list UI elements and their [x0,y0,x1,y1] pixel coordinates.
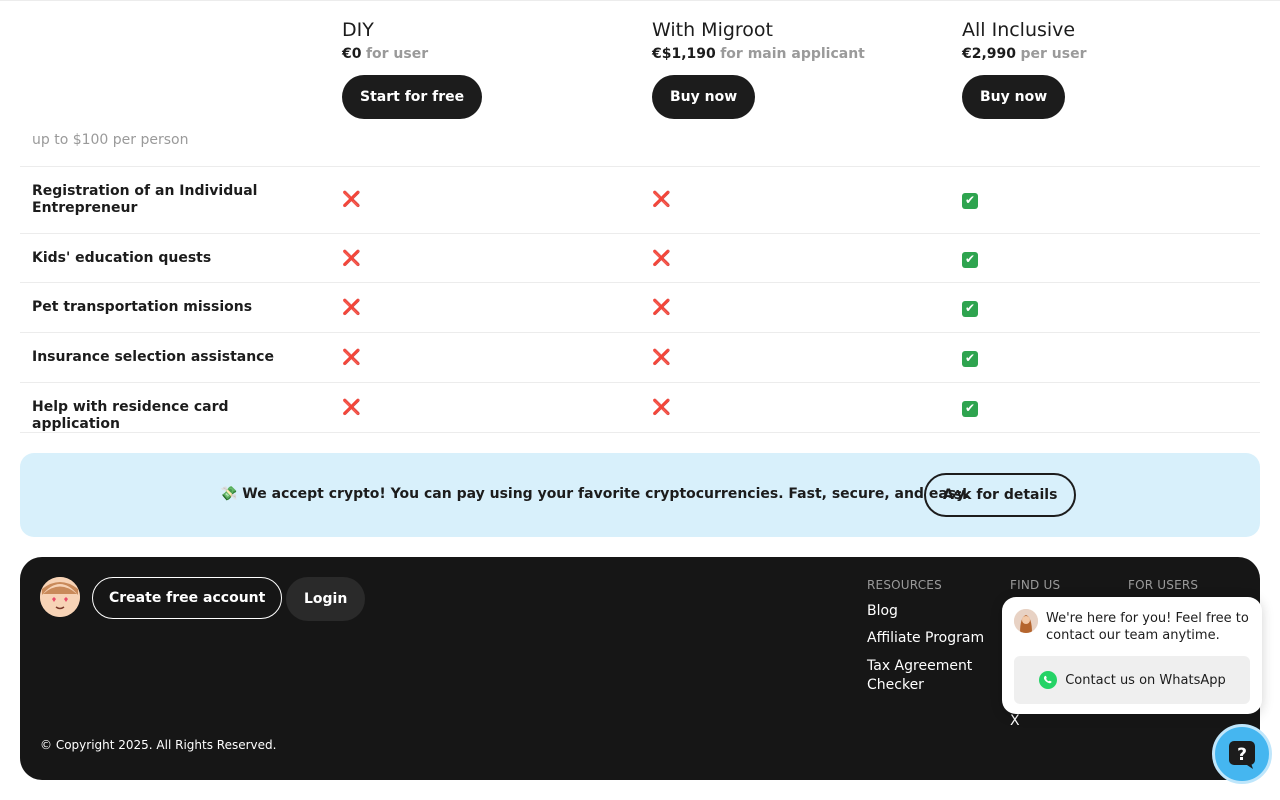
feature-label: Insurance selection assistance [32,349,274,365]
find-us-title: FIND US [1010,578,1061,592]
check-icon: ✔ [962,192,978,209]
check-icon: ✔ [962,251,978,268]
plan-all-inclusive: All Inclusive €2,990 per user Buy now [962,17,1086,119]
feature-label: Pet transportation missions [32,299,253,315]
whatsapp-icon [1039,671,1058,689]
cross-icon: ❌ [342,190,361,208]
feature-label: Registration of an Individual Entreprene… [32,183,258,216]
create-free-account-button[interactable]: Create free account [92,577,283,619]
ask-for-details-button[interactable]: Ask for details [924,473,1077,517]
table-row: Help with residence card application ❌ ❌… [20,383,1260,433]
cross-icon: ❌ [652,190,671,208]
cross-icon: ❌ [652,298,671,316]
cross-icon: ❌ [652,348,671,366]
crypto-banner-text: 💸 We accept crypto! You can pay using yo… [220,486,970,502]
help-chat-button[interactable]: ? [1212,724,1272,784]
plan-name: With Migroot [652,19,774,41]
table-row: Insurance selection assistance ❌ ❌ ✔ [20,333,1260,383]
price-amount: €2,990 [962,46,1017,62]
cross-icon: ❌ [342,298,361,316]
check-icon: ✔ [962,350,978,367]
price-unit: for user [365,46,429,62]
table-row [20,130,1260,167]
table-row: Pet transportation missions ❌ ❌ ✔ [20,283,1260,333]
price-unit: for main applicant [720,46,865,62]
feature-label: Help with residence card application [32,399,229,432]
plan-price: €0 for user [342,44,482,64]
question-chat-icon: ? [1229,741,1255,769]
for-users-title: FOR USERS [1128,578,1199,592]
plan-diy: DIY €0 for user Start for free [342,17,483,119]
chat-popup: We're here for you! Feel free to contact… [1002,597,1262,714]
resources-title: RESOURCES [867,578,942,592]
cross-icon: ❌ [342,398,361,416]
footer-link-blog[interactable]: Blog [867,602,898,621]
footer-link-x[interactable]: X [1010,712,1020,731]
price-amount: €$1,190 [652,46,716,62]
table-row: Registration of an Individual Entreprene… [20,167,1260,234]
buy-now-button[interactable]: Buy now [652,75,756,119]
start-for-free-button[interactable]: Start for free [342,75,483,119]
cross-icon: ❌ [652,249,671,267]
buy-now-button[interactable]: Buy now [962,75,1066,119]
check-icon: ✔ [962,300,978,317]
check-icon: ✔ [962,400,978,417]
plan-price: €2,990 per user [962,44,1086,64]
plan-name: All Inclusive [962,19,1076,41]
whatsapp-label: Contact us on WhatsApp [1065,672,1226,688]
avatar[interactable] [40,577,80,617]
cross-icon: ❌ [652,398,671,416]
agent-photo-icon [1014,609,1038,633]
plan-name: DIY [342,19,374,41]
price-unit: per user [1020,46,1087,62]
price-amount: €0 [342,46,362,62]
footer-link-affiliate[interactable]: Affiliate Program [867,629,984,648]
footer-link-tax-checker[interactable]: Tax Agreement Checker [867,657,987,695]
table-row: Kids' education quests ❌ ❌ ✔ [20,234,1260,283]
agent-avatar [1014,609,1038,633]
plan-with-migroot: With Migroot €$1,190 for main applicant … [652,17,865,119]
mascot-icon [40,577,80,617]
svg-text:?: ? [1237,745,1247,765]
cross-icon: ❌ [342,348,361,366]
plan-header: DIY €0 for user Start for free With Migr… [0,0,1280,130]
whatsapp-contact-button[interactable]: Contact us on WhatsApp [1014,656,1250,704]
feature-label: Kids' education quests [32,250,212,266]
copyright: © Copyright 2025. All Rights Reserved. [40,738,277,752]
chat-message: We're here for you! Feel free to contact… [1046,611,1249,643]
crypto-banner: 💸 We accept crypto! You can pay using yo… [20,453,1260,537]
login-button[interactable]: Login [286,577,366,621]
plan-price: €$1,190 for main applicant [652,44,865,64]
cross-icon: ❌ [342,249,361,267]
